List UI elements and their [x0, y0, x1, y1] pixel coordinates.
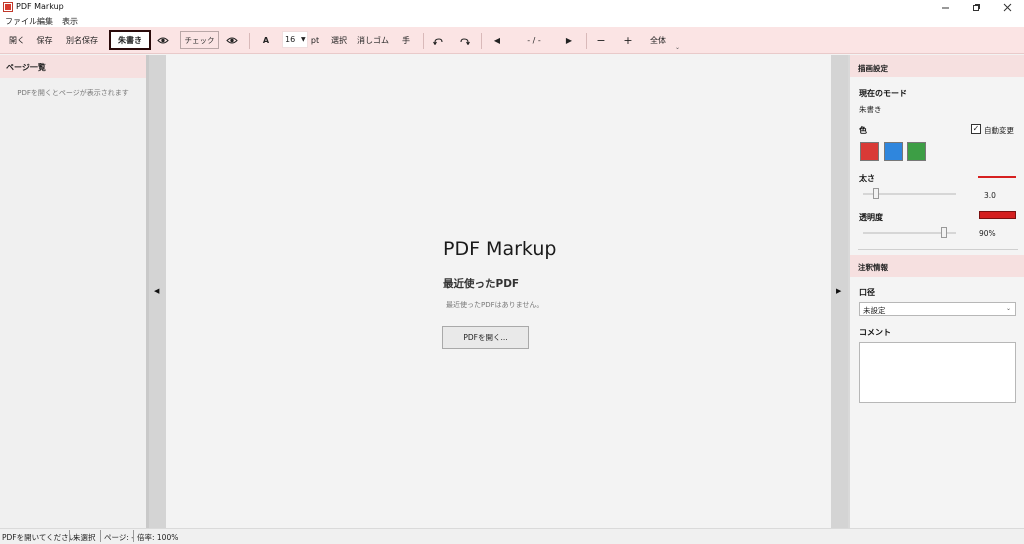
- zoom-in-button[interactable]: +: [621, 27, 635, 54]
- save-as-button[interactable]: 別名保存: [63, 27, 101, 54]
- page-list-empty-message: PDFを開くとページが表示されます: [17, 89, 129, 97]
- window-title: PDF Markup: [16, 2, 64, 11]
- auto-change-label: 自動変更: [984, 126, 1014, 135]
- recent-pdfs-heading: 最近使ったPDF: [443, 278, 520, 290]
- chevron-down-icon[interactable]: ⌄: [1006, 305, 1011, 312]
- app-icon: [3, 2, 13, 12]
- triangle-right-icon[interactable]: ▶: [836, 287, 841, 295]
- open-pdf-button[interactable]: PDFを開く...: [442, 326, 529, 349]
- fit-page-button[interactable]: 全体: [647, 27, 669, 54]
- drawing-settings-title: 描画設定: [858, 64, 888, 73]
- comment-textarea[interactable]: [859, 342, 1016, 403]
- page-list-title: ページ一覧: [6, 63, 46, 72]
- eye-icon: [226, 37, 238, 44]
- current-mode-value: 朱書き: [859, 105, 882, 114]
- red-pen-tool-button[interactable]: 朱書き: [109, 30, 151, 50]
- opacity-preview: [979, 211, 1016, 219]
- eye-icon: [157, 37, 169, 44]
- panel-divider: [858, 249, 1018, 250]
- redo-icon: [460, 37, 470, 45]
- status-page: ページ: -: [104, 533, 134, 542]
- color-swatch-blue[interactable]: [884, 142, 903, 161]
- status-selection: 未選択: [73, 533, 96, 542]
- status-separator: [100, 530, 101, 542]
- status-separator: [69, 530, 70, 542]
- triangle-left-icon[interactable]: ◀: [154, 287, 159, 295]
- close-icon: [1003, 3, 1011, 12]
- restore-button[interactable]: [961, 0, 991, 15]
- diameter-label: 口径: [859, 288, 875, 297]
- opacity-slider-thumb[interactable]: [941, 227, 948, 238]
- toolbar-separator: [423, 33, 424, 49]
- zoom-out-button[interactable]: −: [594, 27, 608, 54]
- menu-file[interactable]: ファイル: [5, 16, 37, 27]
- title-bar: [0, 0, 1024, 15]
- check-visibility-button[interactable]: [224, 27, 240, 54]
- triangle-left-icon: ◀: [493, 36, 501, 45]
- diameter-select-value: 未設定: [863, 306, 886, 315]
- opacity-value: 90%: [979, 229, 996, 238]
- toolbar-overflow-icon[interactable]: ⌄: [675, 44, 680, 51]
- font-size-unit: pt: [310, 36, 320, 45]
- undo-icon: [433, 37, 443, 45]
- menu-view[interactable]: 表示: [62, 16, 78, 27]
- opacity-label: 透明度: [859, 213, 883, 222]
- select-tool-button[interactable]: 選択: [328, 27, 350, 54]
- checkmark-icon: ✓: [972, 124, 980, 133]
- next-page-button[interactable]: ▶: [562, 27, 576, 54]
- eraser-tool-button[interactable]: 消しゴム: [357, 27, 389, 54]
- thickness-slider-thumb[interactable]: [873, 188, 880, 199]
- close-button[interactable]: [992, 0, 1022, 15]
- save-button[interactable]: 保存: [33, 27, 56, 54]
- toolbar-separator: [249, 33, 250, 49]
- page-indicator: - / -: [527, 36, 541, 45]
- color-swatch-red[interactable]: [860, 142, 879, 161]
- color-swatch-green[interactable]: [907, 142, 926, 161]
- red-pen-visibility-button[interactable]: [155, 27, 171, 54]
- toolbar-separator: [586, 33, 587, 49]
- text-tool-button[interactable]: A: [259, 27, 273, 54]
- thickness-label: 太さ: [859, 174, 875, 183]
- previous-page-button[interactable]: ◀: [490, 27, 504, 54]
- minimize-icon: [941, 7, 949, 9]
- triangle-right-icon: ▶: [565, 36, 573, 45]
- toolbar: [0, 27, 1024, 54]
- status-separator: [133, 530, 134, 542]
- annotation-info-title: 注釈情報: [858, 263, 888, 272]
- page-list-panel: [0, 55, 146, 528]
- check-tool-button[interactable]: チェック: [180, 31, 219, 49]
- open-button[interactable]: 開く: [6, 27, 28, 54]
- welcome-title: PDF Markup: [443, 238, 557, 260]
- status-zoom: 倍率: 100%: [137, 533, 179, 542]
- status-message: PDFを開いてください: [2, 533, 77, 542]
- thickness-value: 3.0: [984, 191, 996, 200]
- auto-change-checkbox[interactable]: ✓: [971, 124, 981, 134]
- redo-button[interactable]: [458, 27, 472, 54]
- chevron-down-icon[interactable]: ▼: [301, 36, 306, 43]
- menu-edit[interactable]: 編集: [37, 16, 53, 27]
- color-label: 色: [859, 126, 867, 135]
- comment-label: コメント: [859, 328, 891, 337]
- minimize-button[interactable]: [930, 0, 960, 15]
- restore-icon: [972, 4, 980, 11]
- current-mode-label: 現在のモード: [859, 89, 907, 98]
- thickness-preview: [978, 176, 1016, 178]
- undo-button[interactable]: [431, 27, 445, 54]
- document-view: [166, 55, 831, 528]
- toolbar-separator: [481, 33, 482, 49]
- recent-pdfs-empty-message: 最近使ったPDFはありません。: [446, 301, 544, 309]
- menu-bar: [0, 15, 1024, 27]
- font-size-value: 16: [285, 35, 296, 44]
- hand-tool-button[interactable]: 手: [399, 27, 413, 54]
